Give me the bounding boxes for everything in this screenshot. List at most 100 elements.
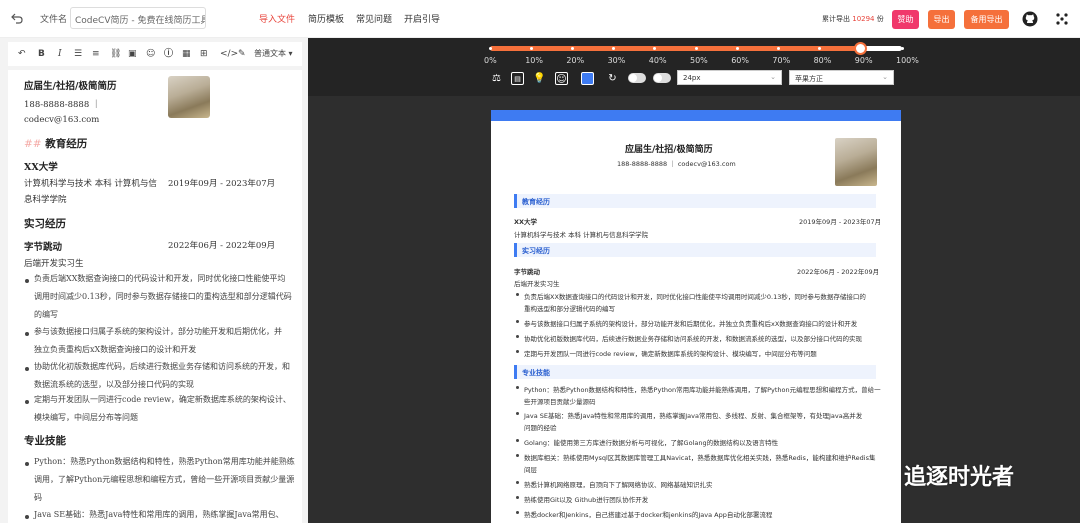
- info-icon[interactable]: ⓘ: [164, 48, 173, 60]
- school-name: XX大学: [24, 162, 58, 173]
- watermark-text: 追逐时光者: [904, 465, 1015, 490]
- editor-content[interactable]: 应届生/社招/极简简历 188-8888-8888 ｜ codecv@163.c…: [8, 70, 302, 523]
- menu-resume-template[interactable]: 简历模板: [308, 12, 344, 25]
- resume-skill-2-line-2: 问题的经验: [524, 424, 557, 432]
- bullet-dot: [516, 439, 519, 442]
- github-icon[interactable]: [1022, 11, 1038, 27]
- resume-skill-3: Golang：能使用第三方库进行数据分析与可视化，了解Golang的数据结构以及…: [524, 439, 779, 447]
- intern-item-3: 协助优化初版数据库代码，后续进行数据业务存储和访问系统的开发，和 数据流系统的选…: [34, 358, 290, 394]
- resume-contact: 188-8888-8888 ｜ codecv@163.com: [617, 160, 736, 168]
- resume-role: 后端开发实习生: [514, 280, 560, 288]
- list-icon[interactable]: ☰: [74, 48, 82, 60]
- resume-intern-item-4: 定期与开发团队一同进行code review，确定新数据库系统的架构设计、模块编…: [524, 350, 817, 358]
- resume-intern-item-1-line-1: 负责后端XX数据查询接口的代码设计和开发，同时优化接口性能使平均调用时间减少0.…: [524, 293, 866, 301]
- preview-toolbar: 0% 10% 20% 30% 40% 50% 60% 70% 80% 90% 100% ⚖ ▤ 💡 …: [308, 38, 1080, 96]
- name-heading: 应届生/社招/极简简历: [24, 81, 117, 92]
- intern-item-4-line-1: 定期与开发团队一同进行code review，确定新数据库系统的架构设计、: [34, 395, 291, 404]
- zoom-tick: [900, 47, 904, 50]
- bulb-icon[interactable]: 💡: [533, 72, 546, 85]
- resume-edu-section: 教育经历: [514, 194, 876, 208]
- edu-heading-marker: ##: [24, 138, 42, 150]
- zoom-tick: [529, 47, 533, 50]
- font-size-select[interactable]: 24px ⌄: [677, 70, 782, 85]
- resume-edu-date: 2019年09月 - 2023年07月: [799, 218, 882, 226]
- export-count-number: 10294: [852, 15, 875, 23]
- backup-export-button[interactable]: 备用导出: [964, 10, 1009, 29]
- export-count-prefix: 累计导出: [822, 15, 850, 23]
- bullet-dot: [516, 386, 519, 389]
- bullet-dot: [25, 515, 29, 519]
- refresh-icon[interactable]: ↻: [606, 72, 619, 85]
- edu-date: 2019年09月 - 2023年07月: [168, 179, 276, 189]
- emoji-icon[interactable]: ☺: [146, 48, 155, 60]
- font-family-select[interactable]: 苹果方正 ⌄: [789, 70, 894, 85]
- zoom-slider[interactable]: [488, 42, 904, 55]
- skills-heading: 专业技能: [24, 435, 66, 447]
- bullet-dot: [516, 320, 519, 323]
- id-card-icon[interactable]: ▤: [511, 72, 524, 85]
- zoom-slider-thumb[interactable]: [854, 42, 868, 55]
- intern-role: 后端开发实习生: [24, 259, 84, 269]
- ordered-list-icon[interactable]: ≡: [92, 48, 100, 60]
- menu-import-file[interactable]: 导入文件: [259, 12, 295, 25]
- balance-icon[interactable]: ⚖: [490, 72, 503, 85]
- resume-skill-1-line-1: Python：熟悉Python数据结构和特性，熟悉Python常用库功能并能熟练…: [524, 386, 881, 394]
- zoom-tick-label: 50%: [690, 56, 708, 65]
- intern-item-3-line-1: 协助优化初版数据库代码，后续进行数据业务存储和访问系统的开发，和: [34, 362, 290, 371]
- zoom-tick-label: 0%: [484, 56, 497, 65]
- pen-icon[interactable]: ✎: [238, 48, 246, 60]
- image-icon[interactable]: ▣: [128, 48, 137, 60]
- zoom-tick: [694, 47, 698, 50]
- resume-skill-6: 熟练使用Git以及 Github进行团队协作开发: [524, 496, 649, 504]
- zoom-tick-label: 100%: [896, 56, 919, 65]
- resume-edu-title: 教育经历: [522, 198, 550, 206]
- zoom-tick: [570, 47, 574, 50]
- sponsor-button[interactable]: 赞助: [892, 10, 919, 29]
- edu-heading: ## 教育经历: [24, 136, 87, 151]
- resume-skill-4-line-2: 间层: [524, 466, 537, 474]
- watermark: 追逐时光者: [856, 454, 1056, 494]
- table-icon[interactable]: ▦: [182, 48, 191, 60]
- text-style-select[interactable]: 普通文本 ▾: [254, 48, 293, 60]
- skill-item-2: Java SE基础：熟悉Java特性和常用库的调用，熟练掌握Java常用包、: [34, 506, 284, 523]
- zoom-tick-label: 40%: [648, 56, 667, 65]
- intern-item-2-line-2: 独立负责重构后xX数据查询接口的设计和开发: [34, 345, 197, 354]
- bullet-dot: [25, 367, 29, 371]
- bold-icon[interactable]: B: [38, 48, 45, 60]
- zoom-tick-label: 70%: [772, 56, 791, 65]
- menu-faq[interactable]: 常见问题: [356, 12, 392, 25]
- intern-item-1-line-1: 负责后端XX数据查询接口的代码设计和开发，同时优化接口性能使平均: [34, 274, 286, 283]
- bullet-dot: [25, 332, 29, 336]
- toggle-switch-2[interactable]: [653, 73, 671, 83]
- file-name-input[interactable]: CodeCV简历 - 免费在线简历工具.5分: [70, 7, 206, 29]
- zoom-tick: [735, 47, 739, 50]
- bullet-dot: [516, 293, 519, 296]
- skill-item-1-line-3: 码: [34, 493, 42, 502]
- italic-icon[interactable]: I: [58, 48, 62, 60]
- grid-icon[interactable]: ⊞: [200, 48, 208, 60]
- code-icon[interactable]: </>: [220, 48, 238, 60]
- more-icon[interactable]: [1054, 11, 1070, 27]
- smile-icon[interactable]: ☺: [555, 72, 568, 85]
- zoom-tick-label: 90%: [854, 56, 873, 65]
- resume-skill-5: 熟悉计算机网络原理，自顶向下了解网络协议、网络基础知识扎实: [524, 481, 713, 489]
- skill-item-1-line-1: Python：熟悉Python数据结构和特性，熟悉Python常用库功能并能熟练: [34, 457, 295, 466]
- zoom-tick: [488, 47, 492, 50]
- back-icon[interactable]: [10, 11, 24, 25]
- resume-school: XX大学: [514, 218, 538, 226]
- export-button[interactable]: 导出: [928, 10, 955, 29]
- resume-photo: [835, 138, 877, 186]
- menu-start-guide[interactable]: 开启引导: [404, 12, 440, 25]
- email-text: codecv@163.com: [24, 115, 100, 125]
- resume-intern-title: 实习经历: [522, 247, 550, 255]
- link-icon[interactable]: ⛓: [110, 48, 121, 60]
- toggle-switch-1[interactable]: [628, 73, 646, 83]
- color-square-icon[interactable]: [581, 72, 594, 85]
- phone-text: 188-8888-8888 ｜: [24, 100, 101, 110]
- chevron-down-icon: ⌄: [882, 73, 888, 81]
- intern-date: 2022年06月 - 2022年09月: [168, 241, 276, 251]
- resume-skill-1-line-2: 些开源项目贡献少量源码: [524, 398, 596, 406]
- undo-icon[interactable]: ↶: [18, 48, 26, 60]
- resume-name: 应届生/社招/极简简历: [625, 145, 713, 155]
- zoom-tick-label: 60%: [731, 56, 749, 65]
